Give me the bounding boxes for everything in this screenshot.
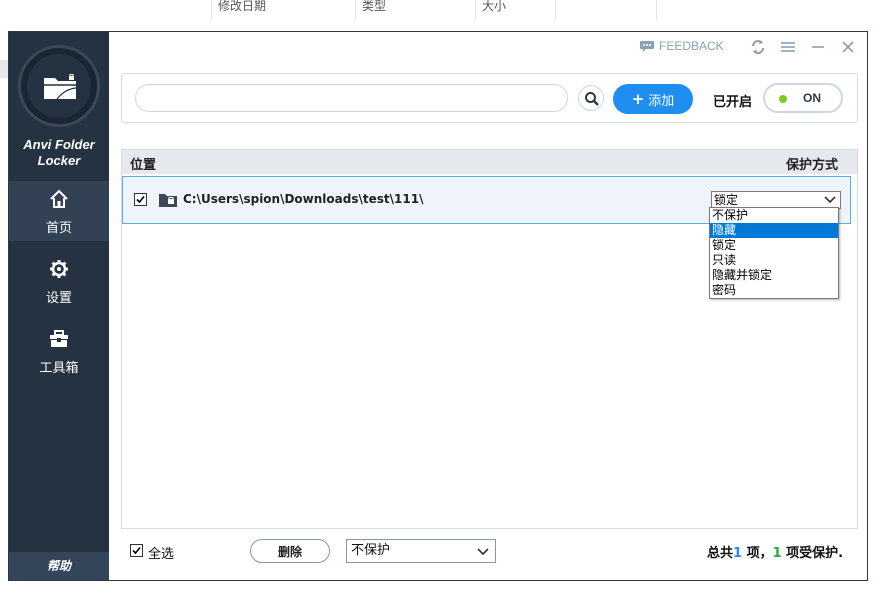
sidebar: Anvi Folder Locker 首页 设置 <box>9 32 109 580</box>
dropdown-option-hide-and-lock[interactable]: 隐藏并锁定 <box>710 268 838 283</box>
list-header: 位置 保护方式 <box>122 150 857 174</box>
checkmark-icon <box>131 545 142 556</box>
dropdown-option-readonly[interactable]: 只读 <box>710 253 838 268</box>
bulk-protection-value: 不保护 <box>351 543 390 558</box>
browse-button[interactable] <box>578 85 604 111</box>
checkmark-icon <box>135 194 146 205</box>
protection-select-value: 锁定 <box>714 193 738 207</box>
protected-count: 1 <box>773 546 782 561</box>
menu-icon[interactable] <box>779 38 797 56</box>
bg-column-modified: 修改日期 <box>211 0 355 20</box>
bg-column-empty <box>555 0 657 20</box>
total-count: 1 <box>733 546 742 561</box>
title-bar: FEEDBACK <box>109 32 867 62</box>
dropdown-option-password[interactable]: 密码 <box>710 283 838 298</box>
search-icon <box>584 91 600 107</box>
bg-window-edge <box>0 60 8 78</box>
close-icon[interactable] <box>839 38 857 56</box>
footer-bar: 全选 删除 不保护 总共1 项，1 项受保护. <box>109 532 867 580</box>
chevron-down-icon <box>824 195 836 205</box>
sidebar-item-settings[interactable]: 设置 <box>9 251 109 311</box>
chat-bubble-icon <box>639 40 655 53</box>
sidebar-item-label: 设置 <box>9 287 109 306</box>
sidebar-item-home[interactable]: 首页 <box>9 181 109 241</box>
feedback-button[interactable]: FEEDBACK <box>639 39 724 53</box>
protection-toggle[interactable]: ON <box>763 83 843 113</box>
select-all-checkbox[interactable] <box>130 544 143 557</box>
add-button-label: 添加 <box>648 90 674 109</box>
protection-status-label: 已开启 <box>713 91 752 110</box>
dropdown-option-hide[interactable]: 隐藏 <box>710 223 838 238</box>
refresh-icon[interactable] <box>749 38 767 56</box>
sidebar-item-toolbox[interactable]: 工具箱 <box>9 321 109 381</box>
add-button[interactable]: + 添加 <box>613 84 693 114</box>
folder-entry-panel: + 添加 已开启 ON <box>121 73 858 123</box>
column-header-protection: 保护方式 <box>786 154 838 173</box>
folder-path: C:\Users\spion\Downloads\test\111\ <box>183 192 423 206</box>
toggle-label: ON <box>803 91 821 105</box>
locked-folder-icon <box>43 74 77 100</box>
protection-summary: 总共1 项，1 项受保护. <box>707 542 843 561</box>
folder-path-input[interactable] <box>135 84 568 112</box>
column-header-location: 位置 <box>130 154 156 173</box>
home-icon <box>49 189 69 209</box>
feedback-label: FEEDBACK <box>659 39 724 53</box>
app-title: Anvi Folder Locker <box>9 137 109 169</box>
minimize-icon[interactable] <box>809 38 827 56</box>
background-explorer-header: 修改日期 类型 大小 <box>0 0 876 32</box>
row-checkbox[interactable] <box>134 193 147 206</box>
select-all-label[interactable]: 全选 <box>148 543 174 562</box>
gear-icon <box>49 259 69 279</box>
chevron-down-icon <box>477 547 489 557</box>
app-window: Anvi Folder Locker 首页 设置 <box>8 31 868 581</box>
bulk-protection-select[interactable]: 不保护 <box>346 539 496 563</box>
bg-column-type: 类型 <box>355 0 475 20</box>
dropdown-option-lock[interactable]: 锁定 <box>710 238 838 253</box>
toggle-status-dot <box>779 95 787 103</box>
locked-folder-icon <box>159 193 177 207</box>
sidebar-item-label: 首页 <box>9 217 109 236</box>
toolbox-icon <box>49 329 69 349</box>
bg-column-size: 大小 <box>475 0 555 20</box>
help-button[interactable]: 帮助 <box>9 552 109 580</box>
protected-folders-list: 位置 保护方式 C:\Users\spion\Downloads\test\11… <box>121 149 858 529</box>
dropdown-option-none[interactable]: 不保护 <box>710 208 838 223</box>
protection-dropdown-list: 不保护 隐藏 锁定 只读 隐藏并锁定 密码 <box>709 207 839 299</box>
plus-icon: + <box>632 90 645 108</box>
delete-button[interactable]: 删除 <box>250 539 330 563</box>
app-logo <box>18 45 100 127</box>
sidebar-item-label: 工具箱 <box>9 357 109 376</box>
